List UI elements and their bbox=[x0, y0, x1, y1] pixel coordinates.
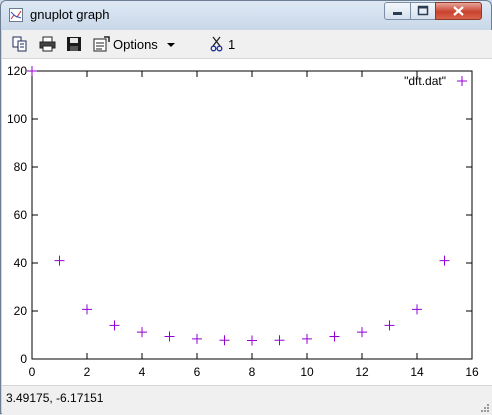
cursor-coordinates: 3.49175, -6.17151 bbox=[6, 391, 104, 405]
data-point bbox=[247, 335, 257, 346]
options-dropdown-caret[interactable] bbox=[167, 43, 175, 47]
gnuplot-window: gnuplot graph Options 1 0 2 4 6 8 10 12 … bbox=[0, 0, 492, 415]
x-tick-label: 14 bbox=[410, 365, 424, 379]
maximize-button[interactable] bbox=[410, 2, 436, 20]
close-button[interactable] bbox=[435, 2, 482, 20]
title-bar[interactable]: gnuplot graph bbox=[1, 1, 491, 29]
scatter-chart[interactable]: 0 2 4 6 8 10 12 14 16 0 20 40 60 80 100 120 "dft.dat" bbox=[2, 59, 492, 385]
resize-grip-icon[interactable] bbox=[480, 403, 490, 413]
data-point bbox=[82, 304, 92, 315]
scissors-count-label: 1 bbox=[228, 37, 236, 52]
data-point bbox=[54, 255, 65, 266]
save-icon[interactable] bbox=[66, 36, 82, 52]
x-tick-label: 6 bbox=[194, 365, 201, 379]
data-point bbox=[164, 331, 175, 342]
data-point bbox=[357, 327, 367, 338]
options-button[interactable]: Options bbox=[113, 37, 158, 52]
data-point bbox=[412, 304, 422, 315]
print-icon[interactable] bbox=[39, 36, 56, 52]
data-point bbox=[27, 66, 37, 76]
data-point bbox=[329, 331, 340, 342]
data-point bbox=[219, 335, 230, 346]
status-bar: 3.49175, -6.17151 bbox=[2, 385, 492, 415]
minimize-button[interactable] bbox=[384, 2, 411, 20]
legend-label: "dft.dat" bbox=[404, 74, 446, 88]
y-tick-label: 120 bbox=[7, 64, 27, 78]
data-point bbox=[302, 333, 312, 344]
data-point bbox=[274, 335, 285, 346]
legend-marker bbox=[457, 76, 467, 86]
scissors-icon[interactable] bbox=[210, 36, 226, 52]
toolbar: Options 1 bbox=[2, 30, 492, 59]
plot-border bbox=[31, 70, 473, 360]
y-tick-label: 40 bbox=[14, 256, 28, 270]
x-tick-label: 12 bbox=[355, 365, 369, 379]
options-icon[interactable] bbox=[93, 36, 110, 52]
x-tick-label: 8 bbox=[249, 365, 256, 379]
x-tick-label: 0 bbox=[29, 365, 36, 379]
series-0 bbox=[27, 66, 450, 346]
data-point bbox=[109, 320, 120, 331]
x-tick-label: 16 bbox=[465, 365, 479, 379]
y-tick-label: 60 bbox=[14, 208, 28, 222]
copy-icon[interactable] bbox=[12, 36, 28, 52]
x-tick-label: 2 bbox=[84, 365, 91, 379]
y-tick-label: 20 bbox=[14, 304, 28, 318]
gnuplot-app-icon bbox=[9, 8, 23, 22]
y-tick-label: 0 bbox=[20, 352, 27, 366]
x-tick-label: 10 bbox=[300, 365, 314, 379]
window-title: gnuplot graph bbox=[30, 7, 110, 22]
y-tick-label: 80 bbox=[14, 160, 28, 174]
data-point bbox=[137, 327, 147, 338]
x-tick-label: 4 bbox=[139, 365, 146, 379]
y-tick-label: 100 bbox=[7, 112, 27, 126]
plot-area[interactable]: 0 2 4 6 8 10 12 14 16 0 20 40 60 80 100 120 "dft.dat" bbox=[2, 59, 492, 385]
data-point bbox=[384, 320, 395, 331]
data-point bbox=[192, 333, 202, 344]
data-point bbox=[439, 255, 450, 266]
